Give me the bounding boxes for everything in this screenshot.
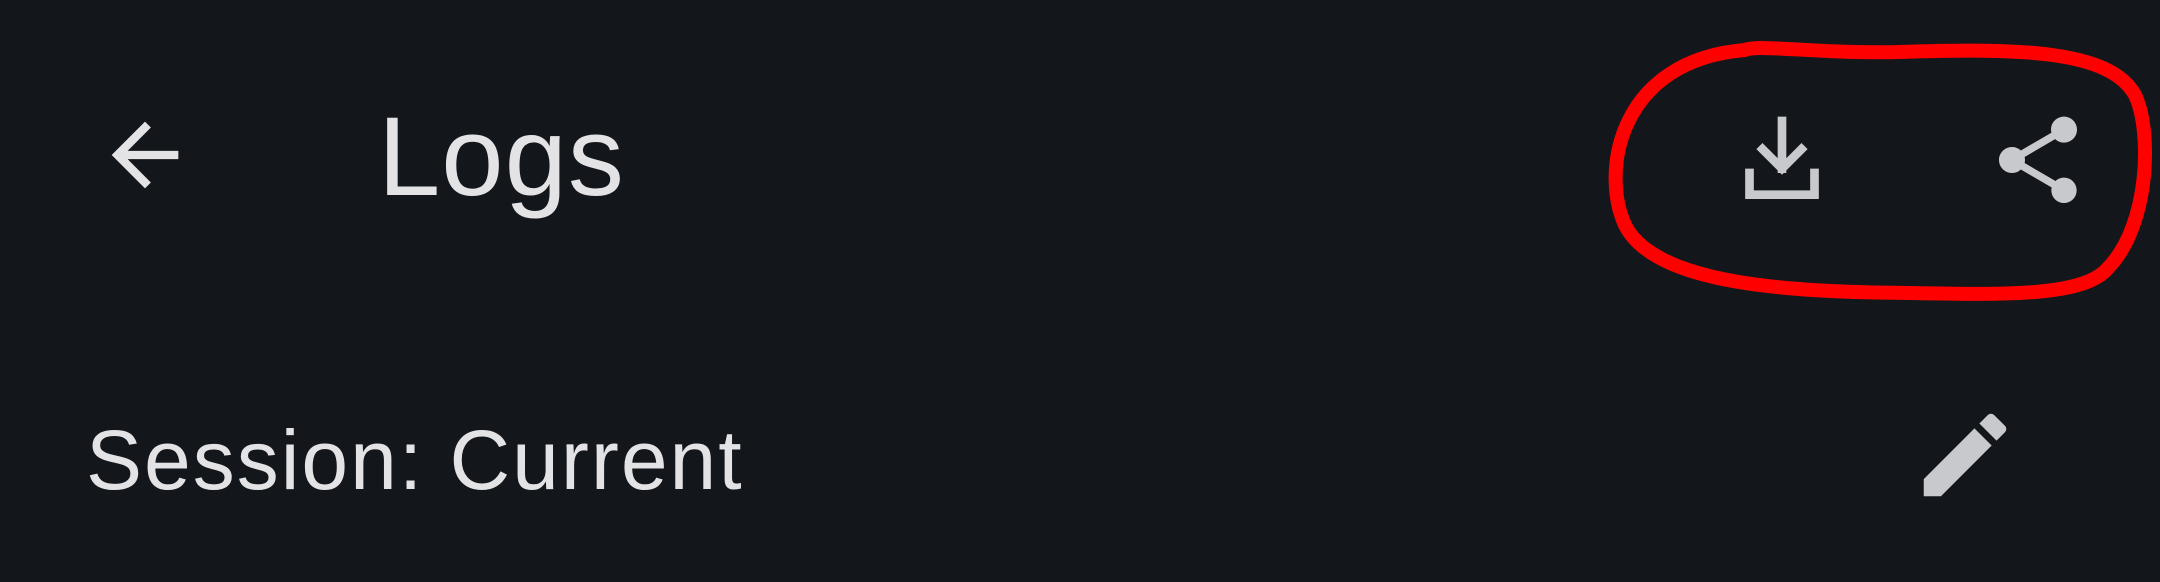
session-label: Session: Current [86,413,744,507]
download-icon [1745,116,1819,199]
session-row[interactable]: Session: Current [0,390,2160,520]
arrow-left-icon [111,121,179,189]
share-button[interactable] [1978,100,2098,220]
share-icon [1999,116,2077,203]
edit-session-button[interactable] [1900,390,2030,520]
back-button[interactable] [90,100,200,210]
top-app-bar: Logs [0,0,2160,300]
pencil-icon [1923,413,2007,497]
download-button[interactable] [1722,100,1842,220]
page-title: Logs [378,94,625,219]
